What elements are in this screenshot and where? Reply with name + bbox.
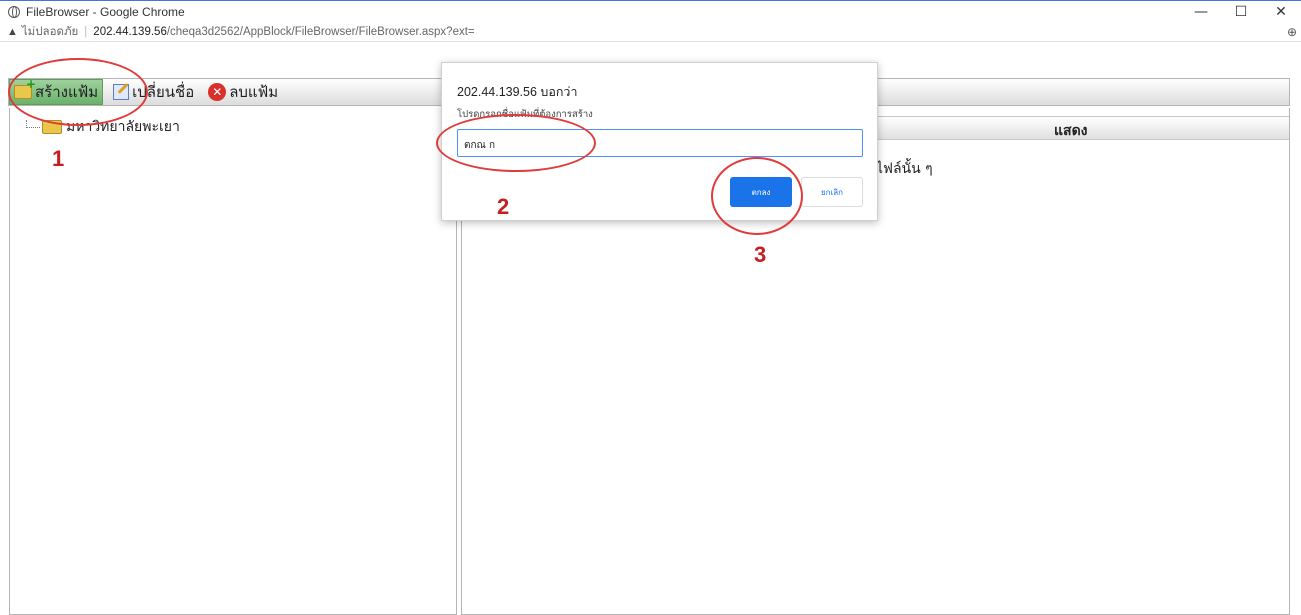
- dialog-origin: 202.44.139.56 บอกว่า: [457, 85, 578, 99]
- delete-icon: ✕: [208, 83, 227, 101]
- folder-tree-panel: มหาวิทยาลัยพะเยา: [9, 108, 457, 615]
- create-folder-button[interactable]: สร้างแฟ้ม: [9, 77, 104, 105]
- address-separator: |: [84, 25, 88, 38]
- warning-icon[interactable]: ▲: [7, 26, 18, 38]
- url-path[interactable]: /cheqa3d2562/AppBlock/FileBrowser/FileBr…: [167, 26, 475, 38]
- window-title: FileBrowser - Google Chrome: [26, 4, 185, 19]
- new-folder-icon: [14, 77, 36, 99]
- tree-root-item[interactable]: มหาวิทยาลัยพะเยา: [26, 116, 180, 138]
- annotation-step-1: 1: [52, 146, 65, 171]
- maximize-button[interactable]: ☐: [1221, 1, 1261, 23]
- create-folder-label: สร้างแฟ้ม: [35, 83, 99, 101]
- globe-icon: [8, 5, 20, 18]
- folder-icon: [42, 120, 62, 134]
- delete-folder-button[interactable]: ✕ ลบแฟ้ม: [204, 79, 282, 105]
- not-secure-label[interactable]: ไม่ปลอดภัย: [22, 23, 78, 41]
- cancel-button[interactable]: ยกเลิก: [801, 177, 863, 207]
- url-host[interactable]: 202.44.139.56: [93, 26, 167, 38]
- window-controls: — ☐ ✕: [1181, 1, 1301, 23]
- dialog-prompt: โปรดกรอกชื่อแฟ้มที่ต้องการสร้าง: [457, 109, 593, 120]
- file-list-message: ไฟล์นั้น ๆ: [876, 161, 933, 177]
- close-button[interactable]: ✕: [1261, 1, 1301, 23]
- rename-label: เปลี่ยนชื่อ: [132, 83, 195, 101]
- address-bar[interactable]: ▲ ไม่ปลอดภัย | 202.44.139.56 /cheqa3d256…: [0, 22, 1301, 42]
- annotation-step-3: 3: [754, 242, 767, 267]
- annotation-step-2: 2: [497, 194, 510, 219]
- minimize-button[interactable]: —: [1181, 1, 1221, 23]
- tree-root-label[interactable]: มหาวิทยาลัยพะเยา: [66, 116, 180, 138]
- window-titlebar: FileBrowser - Google Chrome — ☐ ✕: [0, 0, 1301, 22]
- rename-button[interactable]: เปลี่ยนชื่อ: [109, 79, 198, 105]
- tree-connector: [26, 120, 40, 128]
- zoom-icon[interactable]: ⊕: [1287, 25, 1297, 39]
- ok-button[interactable]: ตกลง: [730, 177, 792, 207]
- rename-icon: [113, 84, 130, 100]
- delete-folder-label: ลบแฟ้ม: [229, 83, 279, 101]
- folder-name-input[interactable]: ตกณ ก: [457, 129, 863, 157]
- file-list-header-label: แสดง: [1054, 123, 1088, 139]
